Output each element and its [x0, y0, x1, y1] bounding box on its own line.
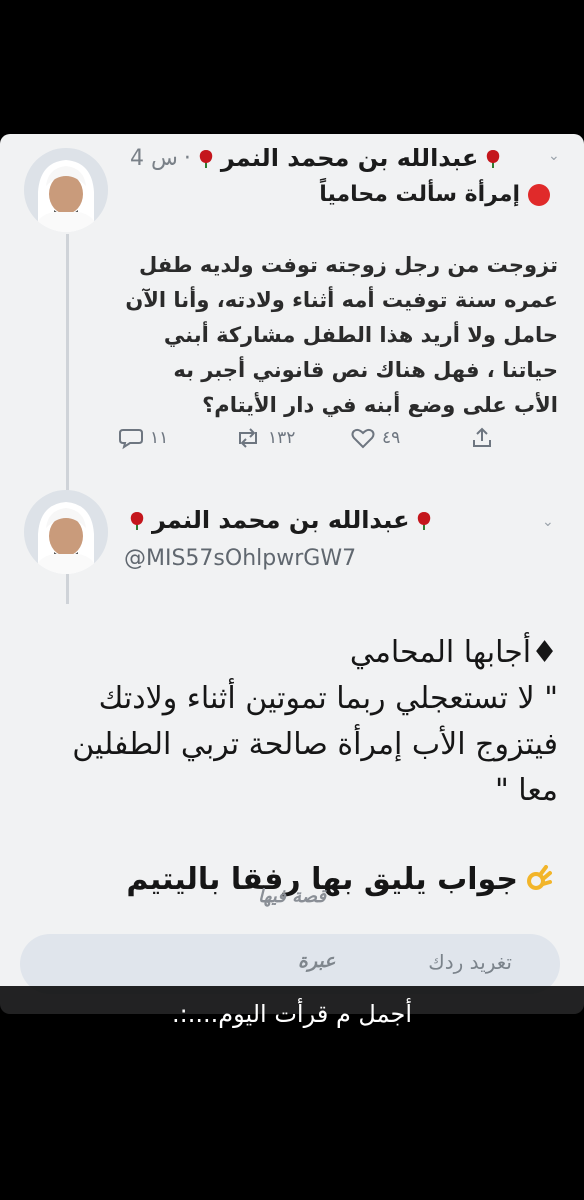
- dot-separator: ·: [183, 145, 191, 171]
- tweet1-line: الأب على وضع أبنه في دار الأيتام؟: [202, 393, 558, 417]
- tweet1-headline-text: إمرأة سألت محامياً: [319, 182, 520, 207]
- share-button[interactable]: [470, 426, 494, 450]
- tweet1-line: عمره سنة توفيت أمه أثناء ولادته، وأنا ال…: [125, 288, 558, 312]
- chevron-down-icon[interactable]: ⌄: [542, 514, 554, 530]
- tweet1-author[interactable]: عبدالله بن محمد النمر: [221, 144, 478, 172]
- rose-icon: [199, 150, 213, 168]
- tweet1-body: تزوجت من رجل زوجته توفت ولديه طفل عمره س…: [108, 248, 558, 423]
- tweet2-line: " لا تستعجلي ربما تموتين أثناء ولادتك: [98, 681, 558, 716]
- reply-compose-bar[interactable]: تغريد ردك عبرة: [20, 934, 560, 994]
- tweet2-author[interactable]: عبدالله بن محمد النمر: [152, 506, 409, 534]
- tweet2-verdict: جواب يليق بها رفقا باليتيم: [126, 862, 552, 897]
- author-avatar[interactable]: [24, 490, 108, 574]
- avatar-image: [24, 490, 108, 574]
- heart-icon: [351, 428, 375, 449]
- rose-icon: [487, 150, 500, 168]
- ok-hand-icon: [527, 864, 552, 890]
- tweet2-line: ♦أجابها المحامي: [349, 635, 558, 670]
- author-avatar[interactable]: [24, 148, 108, 232]
- tweet2-handle[interactable]: @MIS57sOhlpwrGW7: [124, 546, 356, 571]
- tweet1-line: حامل ولا أريد هذا الطفل مشاركة أبني: [163, 323, 558, 347]
- reply-count: ١١: [150, 428, 169, 448]
- rose-icon: [130, 512, 144, 530]
- tweet1-line: حياتنا ، فهل هناك نص قانوني أجبر به: [173, 358, 558, 382]
- story-caption: أجمل م قرأت اليوم....:.: [172, 1000, 412, 1028]
- chevron-down-icon[interactable]: ⌄: [548, 148, 560, 164]
- like-button[interactable]: ٤٩: [350, 426, 400, 450]
- retweet-count: ١٣٢: [268, 428, 296, 448]
- tweet2-line: معا ": [494, 773, 558, 808]
- tweet1-line: تزوجت من رجل زوجته توفت ولديه طفل: [138, 253, 558, 277]
- avatar-image: [24, 148, 108, 232]
- share-icon: [473, 427, 491, 447]
- comment-icon: [119, 429, 143, 450]
- tweet2-line: فيتزوج الأب إمرأة صالحة تربي الطفلين: [72, 727, 558, 762]
- reply-placeholder: تغريد ردك: [428, 950, 512, 974]
- rose-icon: [418, 512, 431, 530]
- tweet2-header: عبدالله بن محمد النمر: [128, 506, 433, 534]
- tweet1-headline: إمرأة سألت محامياً: [319, 182, 550, 207]
- watermark-text: قصة فيها: [258, 886, 326, 907]
- retweet-icon: [239, 428, 257, 448]
- watermark-text: عبرة: [298, 950, 336, 972]
- red-circle-icon: [528, 183, 550, 206]
- retweet-button[interactable]: ١٣٢: [234, 426, 295, 450]
- tweet1-header: 4 س · عبدالله بن محمد النمر: [130, 144, 502, 172]
- tweet2-body: ♦أجابها المحامي " لا تستعجلي ربما تموتين…: [18, 630, 558, 814]
- tweet1-time: 4 س: [130, 145, 178, 171]
- screenshot-page: ⌄ 4 س · عبدالله بن محمد النمر إمرأة سألت…: [0, 0, 584, 1200]
- tweet-card: ⌄ 4 س · عبدالله بن محمد النمر إمرأة سألت…: [0, 134, 584, 1014]
- reply-button[interactable]: ١١: [118, 426, 168, 450]
- like-count: ٤٩: [382, 428, 401, 448]
